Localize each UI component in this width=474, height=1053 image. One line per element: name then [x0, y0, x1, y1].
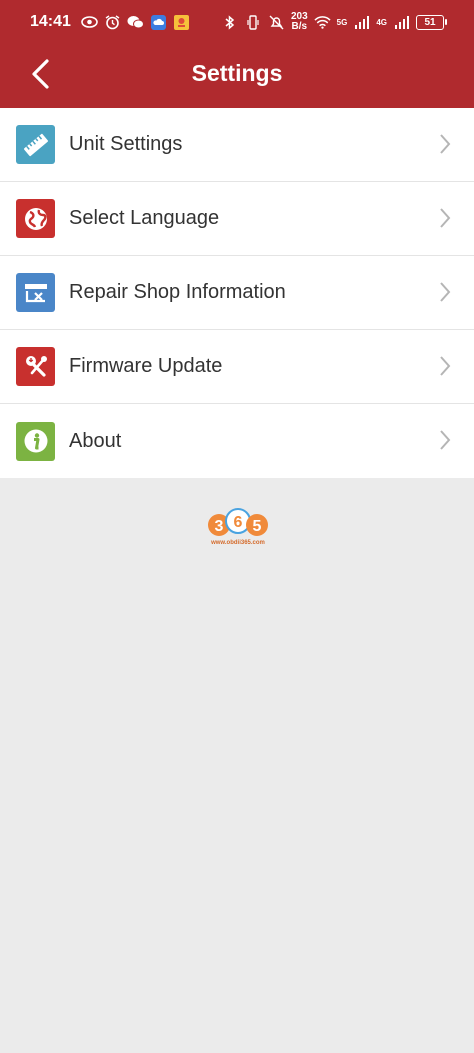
watermark-site: www.obdii365.com: [211, 540, 265, 546]
menu-item-firmware-update[interactable]: Firmware Update: [0, 330, 474, 404]
info-icon: [16, 421, 55, 461]
watermark-logo: 3 6 5 www.obdii365.com: [205, 502, 271, 552]
vibrate-icon: [245, 14, 262, 31]
menu-item-unit-settings[interactable]: Unit Settings: [0, 108, 474, 182]
sim1-tech: 5G: [336, 17, 348, 27]
svg-text:3: 3: [215, 518, 224, 535]
eye-icon: [81, 14, 98, 31]
menu-item-select-language[interactable]: Select Language: [0, 182, 474, 256]
obdii365-logo-icon: 3 6 5: [208, 508, 268, 536]
cloud-app-icon: [150, 14, 167, 31]
battery-indicator: 51: [416, 14, 447, 30]
wifi-icon: [314, 14, 331, 31]
app-header: 14:41 203 B/s 5G 4G 51 Settings: [0, 0, 474, 108]
bluetooth-icon: [222, 14, 239, 31]
navigation-bar: Settings: [0, 44, 474, 108]
tools-icon: [16, 347, 55, 386]
status-bar: 14:41 203 B/s 5G 4G 51: [0, 0, 474, 44]
chevron-right-icon: [440, 430, 451, 450]
chevron-right-icon: [440, 356, 451, 376]
menu-item-about[interactable]: About: [0, 404, 474, 478]
menu-item-label: Select Language: [69, 207, 220, 229]
chevron-right-icon: [440, 134, 451, 154]
globe-icon: [16, 199, 55, 238]
menu-item-label: Unit Settings: [69, 133, 183, 155]
page-title: Settings: [191, 60, 283, 86]
mute-icon: [268, 14, 285, 31]
settings-menu: Unit Settings Select Language Repair Sho…: [0, 108, 474, 478]
status-time: 14:41: [30, 13, 71, 30]
chevron-right-icon: [440, 282, 451, 302]
network-speed: 203 B/s: [290, 11, 308, 32]
alarm-icon: [104, 14, 121, 31]
signal-icon-2: [393, 14, 410, 31]
wechat-icon: [127, 14, 144, 31]
signal-icon: [353, 14, 370, 31]
menu-item-repair-shop-information[interactable]: Repair Shop Information: [0, 256, 474, 330]
app-notification-icon: [173, 14, 190, 31]
menu-item-label: Repair Shop Information: [69, 281, 286, 303]
sim2-tech: 4G: [376, 17, 387, 27]
svg-text:6: 6: [234, 514, 243, 531]
svg-text:5: 5: [253, 518, 262, 535]
ruler-icon: [16, 125, 55, 164]
menu-item-label: About: [69, 429, 122, 452]
menu-item-label: Firmware Update: [69, 355, 223, 377]
shop-icon: [16, 273, 55, 312]
chevron-right-icon: [440, 208, 451, 228]
